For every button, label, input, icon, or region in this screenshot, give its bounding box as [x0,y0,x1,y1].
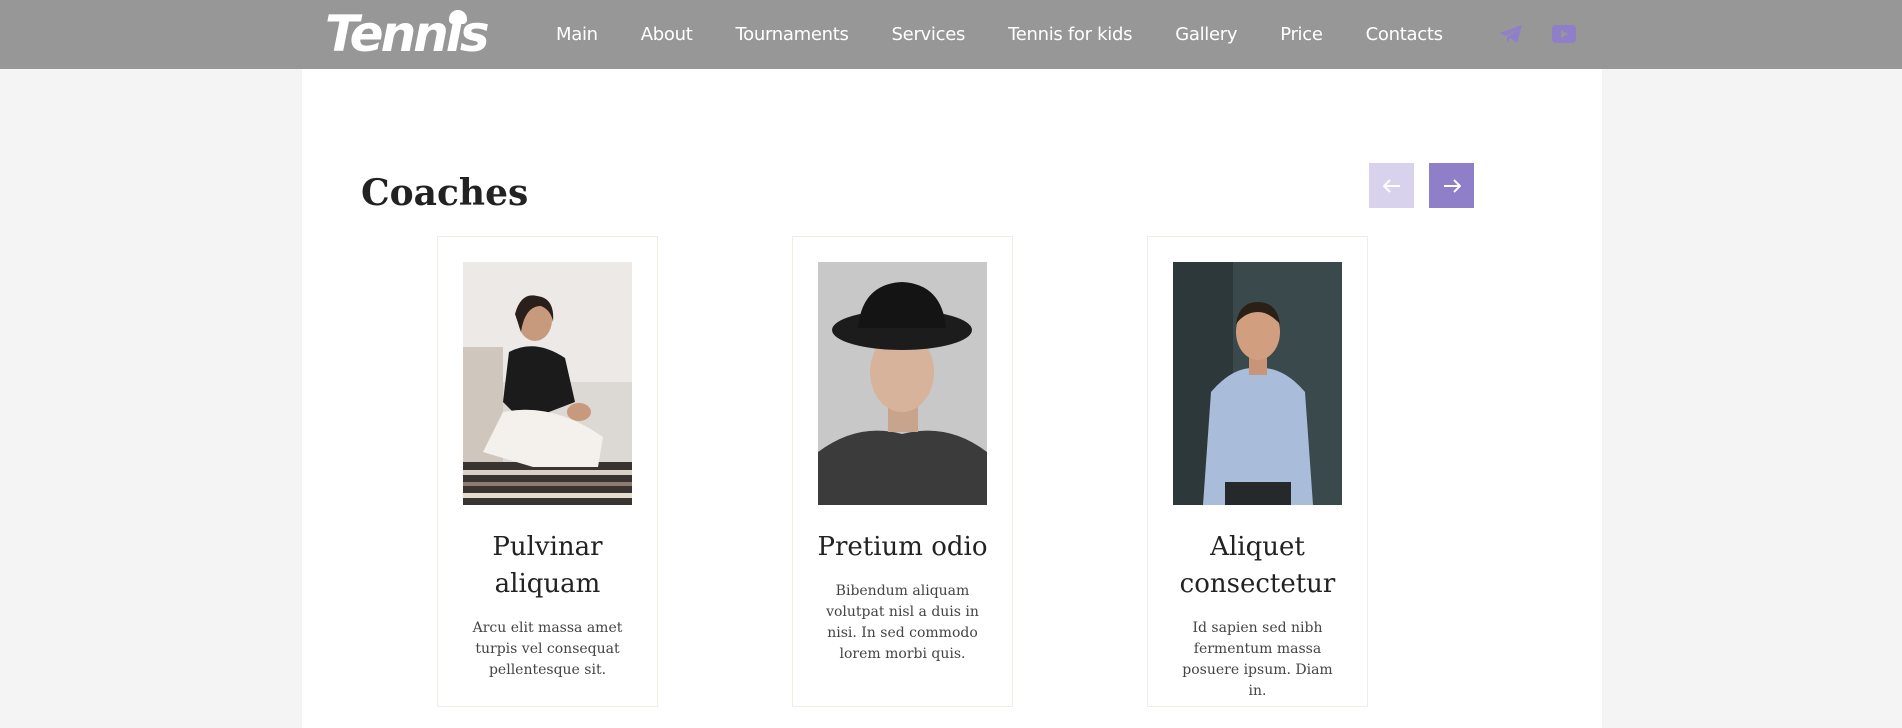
nav-item-gallery[interactable]: Gallery [1175,24,1237,45]
nav-item-main[interactable]: Main [556,24,598,45]
nav-item-tournaments[interactable]: Tournaments [736,24,849,45]
section-title: Coaches [361,172,529,214]
coach-photo [1173,262,1342,505]
coach-photo [463,262,632,505]
coach-name: Aliquet consectetur [1179,532,1336,599]
coach-description: Arcu elit massa amet turpis vel consequa… [472,620,623,678]
carousel-next-button[interactable] [1429,163,1474,208]
header: Tennis Main About Tournaments Services T… [0,0,1902,69]
coach-description: Bibendum aliquam volutpat nisl a duis in… [826,583,979,662]
coach-name: Pulvinar aliquam [492,532,603,599]
arrow-left-icon [1382,178,1400,193]
youtube-icon[interactable] [1551,21,1577,47]
coach-description: Id sapien sed nibh fermentum massa posue… [1182,620,1333,699]
arrow-right-icon [1443,178,1461,193]
telegram-icon[interactable] [1498,21,1524,47]
nav-item-tennis-for-kids[interactable]: Tennis for kids [1008,24,1132,45]
coach-photo [818,262,987,505]
nav-item-price[interactable]: Price [1280,24,1323,45]
coach-card[interactable]: Pretium odio Bibendum aliquam volutpat n… [792,236,1013,707]
nav-item-about[interactable]: About [641,24,693,45]
carousel-prev-button[interactable] [1369,163,1414,208]
coach-name: Pretium odio [817,532,988,562]
tennis-ball-icon [449,10,467,24]
coach-card[interactable]: Pulvinar aliquam Arcu elit massa amet tu… [437,236,658,707]
main-nav: Main About Tournaments Services Tennis f… [556,0,1486,69]
nav-item-services[interactable]: Services [892,24,966,45]
site-logo[interactable]: Tennis [325,4,490,64]
coach-card[interactable]: Aliquet consectetur Id sapien sed nibh f… [1147,236,1368,707]
nav-item-contacts[interactable]: Contacts [1366,24,1443,45]
